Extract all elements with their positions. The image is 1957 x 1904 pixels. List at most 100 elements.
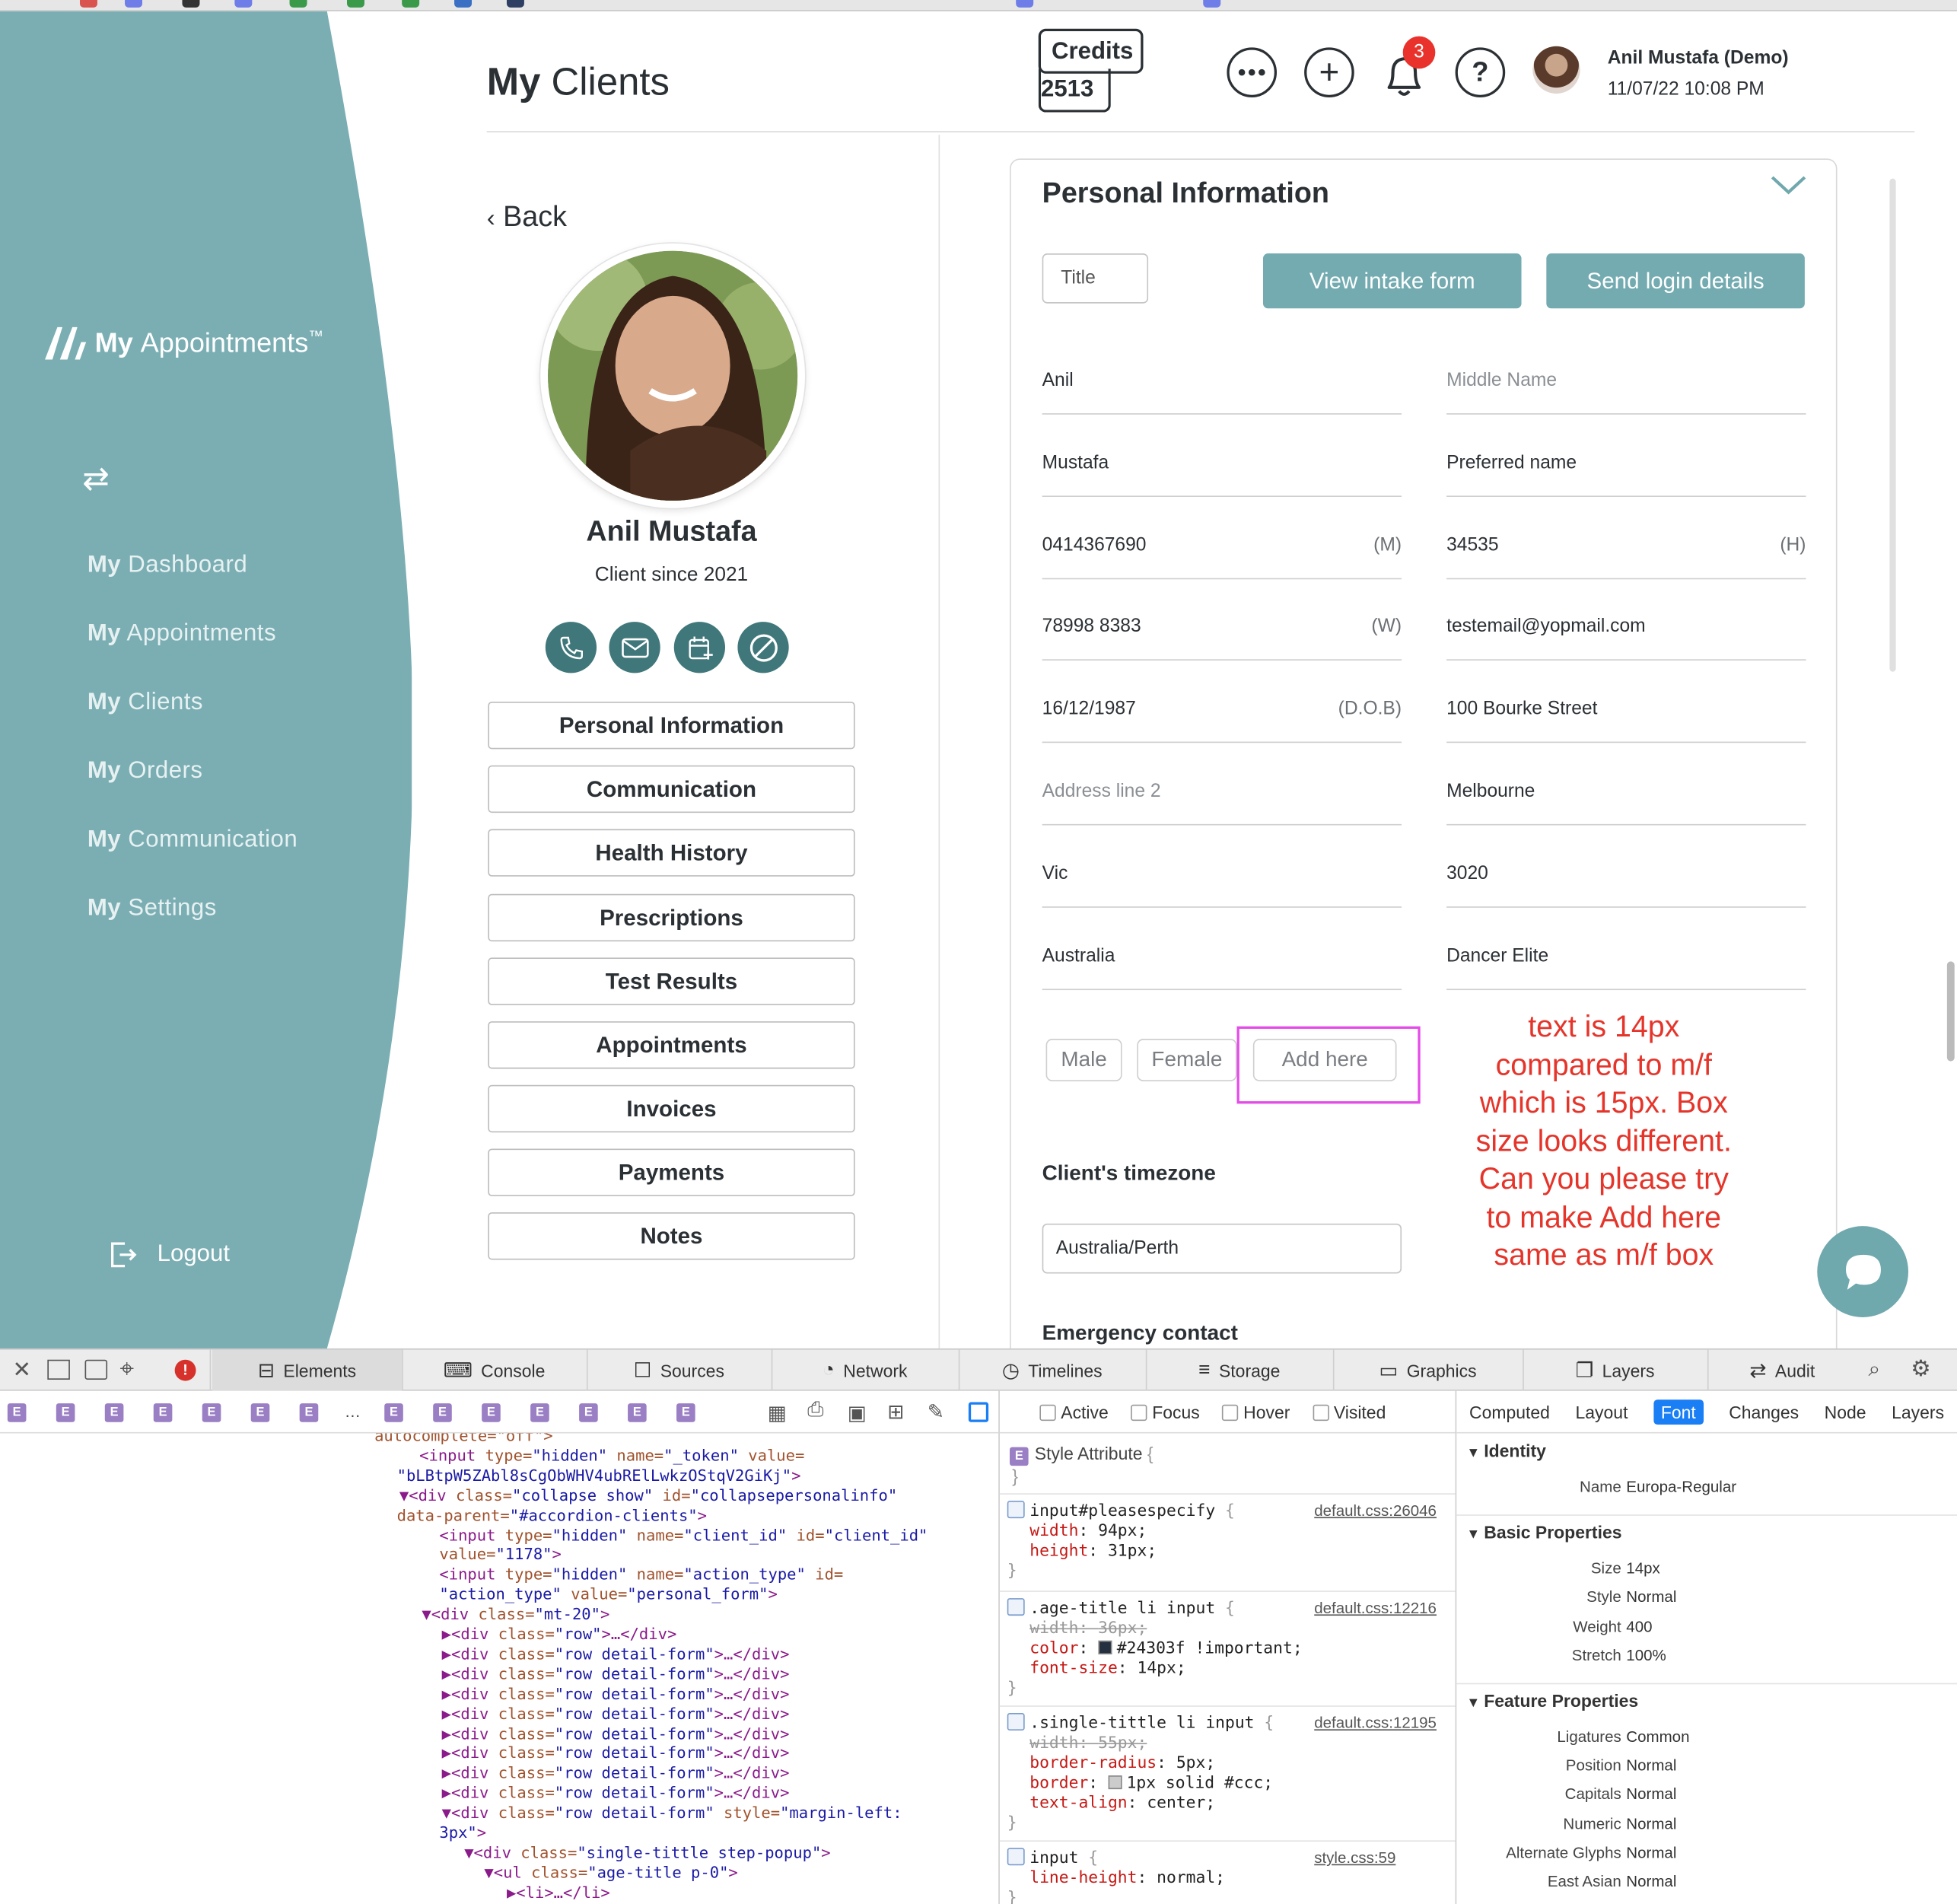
- css-rule[interactable]: input {style.css:59 line-height: normal;}: [1007, 1848, 1395, 1904]
- personal-field[interactable]: Australia: [1042, 940, 1402, 990]
- dom-node-line[interactable]: ▶<div class="row detail-form">…</div>: [442, 1645, 790, 1664]
- inspect-target-icon[interactable]: ⌖: [119, 1356, 133, 1385]
- element-crumb-icon[interactable]: E: [579, 1403, 598, 1422]
- dom-node-line[interactable]: ▶<div class="row detail-form">…</div>: [442, 1724, 790, 1743]
- css-rule[interactable]: .single-tittle li input {default.css:121…: [1007, 1713, 1437, 1834]
- personal-field[interactable]: 0414367690 (M): [1042, 529, 1402, 579]
- dom-node-line[interactable]: ▼<div class="mt-20">: [422, 1604, 609, 1624]
- menu-payments[interactable]: Payments: [488, 1148, 855, 1196]
- user-name[interactable]: Anil Mustafa (Demo): [1608, 47, 1789, 68]
- element-crumb-icon[interactable]: E: [384, 1403, 403, 1422]
- rule-source-link[interactable]: default.css:12216: [1314, 1598, 1437, 1618]
- nav-my-dashboard[interactable]: My Dashboard: [88, 552, 247, 579]
- gear-icon[interactable]: ⚙: [1911, 1356, 1930, 1382]
- details-tab-computed[interactable]: Computed: [1469, 1402, 1550, 1422]
- personal-field[interactable]: Address line 2: [1042, 775, 1402, 826]
- layout-grid-icon[interactable]: ▦: [768, 1401, 787, 1426]
- tab-favicon-icon[interactable]: [402, 0, 420, 8]
- font-section-header[interactable]: ▼ Basic Properties: [1466, 1522, 1621, 1542]
- element-crumb-icon[interactable]: E: [153, 1403, 173, 1422]
- element-crumb-icon[interactable]: E: [7, 1403, 27, 1422]
- element-crumb-icon[interactable]: E: [530, 1403, 549, 1422]
- dom-node-line[interactable]: <input type="hidden" name="client_id" id…: [439, 1525, 928, 1545]
- gender-female-button[interactable]: Female: [1137, 1039, 1237, 1081]
- personal-field[interactable]: Mustafa: [1042, 447, 1402, 497]
- gender-male-button[interactable]: Male: [1045, 1039, 1122, 1081]
- menu-communication[interactable]: Communication: [488, 765, 855, 813]
- dom-node-line[interactable]: autocomplete="off">: [374, 1434, 553, 1446]
- element-crumb-icon[interactable]: E: [299, 1403, 319, 1422]
- toggle-hover[interactable]: Hover: [1222, 1402, 1290, 1422]
- element-crumb-icon[interactable]: E: [104, 1403, 124, 1422]
- nav-my-orders[interactable]: My Orders: [88, 758, 203, 785]
- css-property[interactable]: width: 36px;: [1007, 1619, 1303, 1639]
- menu-appointments[interactable]: Appointments: [488, 1021, 855, 1069]
- nav-my-settings[interactable]: My Settings: [88, 895, 217, 922]
- view-intake-form-button[interactable]: View intake form: [1262, 253, 1522, 309]
- print-icon[interactable]: ⎙: [807, 1399, 823, 1422]
- personal-field[interactable]: Middle Name: [1446, 365, 1806, 415]
- crumb-ellipsis[interactable]: …: [345, 1403, 361, 1422]
- dom-node-line[interactable]: ▼<ul class="age-title p-0">: [484, 1863, 737, 1883]
- menu-notes[interactable]: Notes: [488, 1212, 855, 1260]
- tab-favicon-icon[interactable]: [79, 0, 97, 8]
- nav-my-clients[interactable]: My Clients: [88, 689, 203, 717]
- color-swatch[interactable]: [1107, 1775, 1122, 1790]
- personal-field[interactable]: 100 Bourke Street: [1446, 693, 1806, 743]
- devtools-tab-storage[interactable]: ≡ Storage: [1146, 1350, 1333, 1391]
- dom-node-line[interactable]: ▶<div class="row detail-form">…</div>: [442, 1684, 790, 1704]
- screenshot-icon[interactable]: ▣: [848, 1401, 867, 1426]
- menu-prescriptions[interactable]: Prescriptions: [488, 893, 855, 942]
- details-tab-font[interactable]: Font: [1653, 1399, 1704, 1425]
- dom-node-line[interactable]: <input type="hidden" name="action_type" …: [439, 1565, 843, 1584]
- personal-field[interactable]: Dancer Elite: [1446, 940, 1806, 990]
- grid-overlay-icon[interactable]: ⊞: [887, 1399, 904, 1425]
- tab-favicon-icon[interactable]: [182, 0, 200, 8]
- dom-node-line[interactable]: ▶<div class="row detail-form">…</div>: [442, 1763, 790, 1783]
- sidebar-panel-icon[interactable]: [968, 1402, 989, 1422]
- timezone-select[interactable]: Australia/Perth: [1042, 1223, 1402, 1274]
- dom-node-line[interactable]: ▼<div class="collapse show" id="collapse…: [399, 1485, 897, 1505]
- personal-field[interactable]: 3020: [1446, 858, 1806, 908]
- chat-widget-button[interactable]: [1817, 1226, 1909, 1317]
- css-rule[interactable]: .age-title li input {default.css:12216 wi…: [1007, 1598, 1437, 1699]
- tab-favicon-icon[interactable]: [347, 0, 364, 8]
- toggle-focus[interactable]: Focus: [1131, 1402, 1200, 1422]
- dom-node-line[interactable]: "action_type" value="personal_form">: [439, 1584, 777, 1604]
- toggle-sidebar-icon[interactable]: ⇄: [82, 460, 110, 498]
- nav-my-communication[interactable]: My Communication: [88, 826, 298, 854]
- element-crumb-icon[interactable]: E: [482, 1403, 501, 1422]
- details-tab-layers[interactable]: Layers: [1892, 1402, 1944, 1422]
- dom-node-line[interactable]: ▼<div class="row detail-form" style="mar…: [442, 1803, 902, 1823]
- devtools-tab-audit[interactable]: ⇄ Audit: [1707, 1350, 1857, 1391]
- css-property[interactable]: text-align: center;: [1007, 1794, 1274, 1814]
- dom-node-line[interactable]: value="1178">: [439, 1545, 561, 1565]
- dock-side-icon[interactable]: [47, 1359, 70, 1380]
- devtools-tab-console[interactable]: ⌨ Console: [402, 1350, 587, 1391]
- personal-field[interactable]: 78998 8383 (W): [1042, 611, 1402, 661]
- element-crumb-icon[interactable]: E: [202, 1403, 221, 1422]
- personal-field[interactable]: Anil: [1042, 365, 1402, 415]
- tab-favicon-icon[interactable]: [506, 0, 524, 8]
- details-tab-changes[interactable]: Changes: [1729, 1402, 1799, 1422]
- dom-node-line[interactable]: ▶<li>…</li>: [507, 1883, 610, 1902]
- css-property[interactable]: width: 94px;: [1007, 1522, 1235, 1542]
- send-login-details-button[interactable]: Send login details: [1546, 253, 1805, 309]
- back-link[interactable]: ‹ Back: [487, 200, 567, 234]
- element-crumb-icon[interactable]: E: [56, 1403, 75, 1422]
- tab-favicon-icon[interactable]: [289, 0, 307, 8]
- block-client-button[interactable]: [737, 622, 789, 673]
- devtools-tab-graphics[interactable]: ▭ Graphics: [1333, 1350, 1523, 1391]
- css-property[interactable]: height: 31px;: [1007, 1542, 1235, 1562]
- undock-icon[interactable]: [84, 1359, 108, 1380]
- add-icon[interactable]: +: [1304, 47, 1354, 97]
- rule-source-link[interactable]: default.css:12195: [1314, 1713, 1437, 1733]
- paint-brush-icon[interactable]: ✎: [928, 1399, 944, 1425]
- tab-favicon-icon[interactable]: [454, 0, 473, 8]
- personal-field[interactable]: Vic: [1042, 858, 1402, 908]
- font-section-header[interactable]: ▼ Feature Properties: [1466, 1691, 1638, 1711]
- css-property[interactable]: width: 55px;: [1007, 1734, 1274, 1754]
- devtools-tab-network[interactable]: ◔ Network: [772, 1350, 959, 1391]
- css-property[interactable]: line-height: normal;: [1007, 1869, 1225, 1889]
- devtools-tab-timelines[interactable]: ◷ Timelines: [959, 1350, 1146, 1391]
